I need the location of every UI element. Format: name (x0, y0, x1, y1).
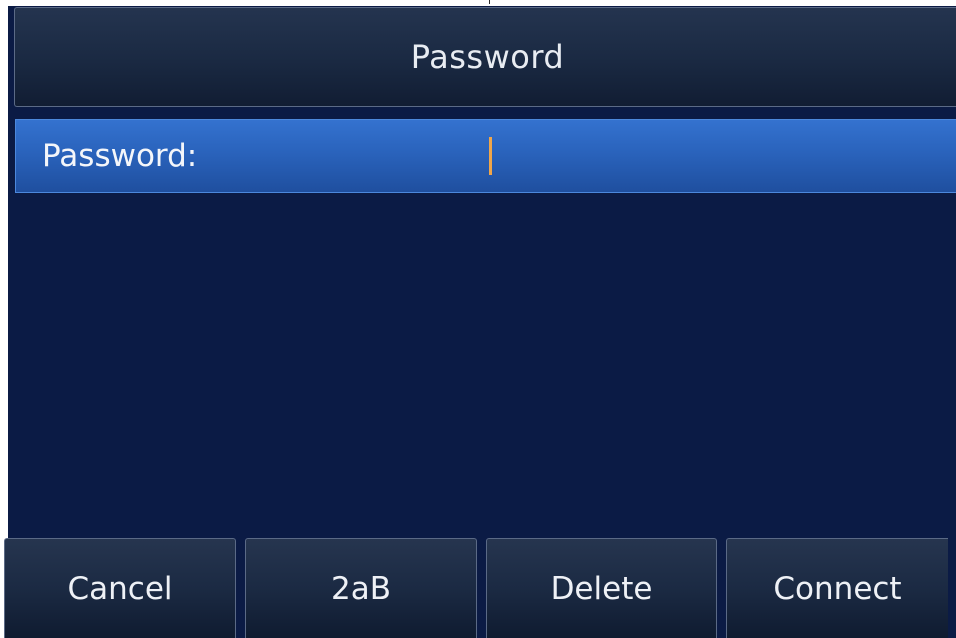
page-title-text: Password (410, 38, 565, 76)
phone-screen: Password Password: Cancel 2aB Delete Con… (0, 0, 956, 638)
input-mode-button-label: 2aB (331, 571, 391, 607)
connect-button[interactable]: Connect (726, 538, 948, 638)
delete-button-label: Delete (550, 571, 653, 607)
password-input[interactable] (486, 120, 946, 192)
cancel-button-label: Cancel (67, 571, 173, 607)
cancel-button[interactable]: Cancel (4, 538, 236, 638)
input-mode-button[interactable]: 2aB (245, 538, 477, 638)
password-label: Password: (42, 138, 198, 174)
password-field-row[interactable]: Password: (15, 119, 956, 193)
bezel-divider (489, 0, 490, 4)
connect-button-label: Connect (773, 571, 902, 607)
page-title: Password (14, 7, 956, 107)
delete-button[interactable]: Delete (486, 538, 717, 638)
text-cursor (489, 137, 492, 175)
